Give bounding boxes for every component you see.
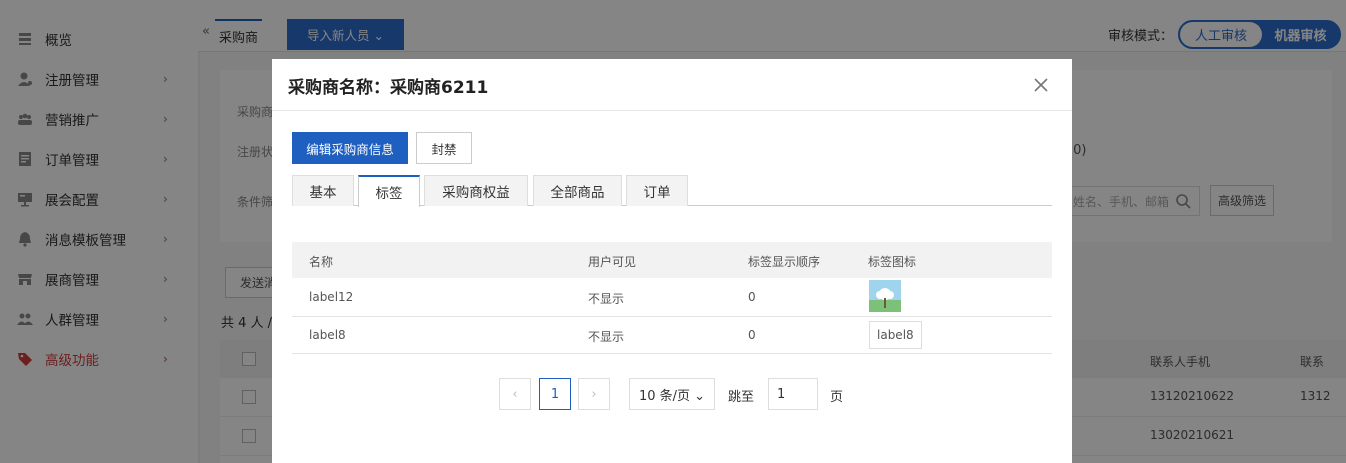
tab-purchaser-benefits[interactable]: 采购商权益	[424, 175, 528, 206]
jump-page-input[interactable]: 1	[768, 378, 818, 410]
header-display-order: 标签显示顺序	[748, 255, 821, 269]
tab-orders[interactable]: 订单	[626, 175, 688, 206]
next-page-button[interactable]: ›	[578, 378, 610, 410]
tab-tags[interactable]: 标签	[358, 175, 420, 207]
header-tag-icon: 标签图标	[868, 255, 917, 269]
header-name: 名称	[309, 255, 334, 269]
tag-visible: 不显示	[588, 292, 625, 306]
edit-purchaser-button[interactable]: 编辑采购商信息	[292, 132, 408, 164]
close-icon[interactable]	[1031, 75, 1051, 95]
page-size-select[interactable]: 10 条/页 ⌄	[629, 378, 715, 410]
tag-icon-image	[869, 280, 901, 312]
table-header: 名称 用户可见 标签显示顺序 标签图标	[292, 242, 1052, 278]
detail-tabs: 基本 标签 采购商权益 全部商品 订单	[292, 175, 1052, 207]
prev-page-button[interactable]: ‹	[499, 378, 531, 410]
page-1-button[interactable]: 1	[539, 378, 571, 410]
tag-order: 0	[748, 328, 756, 342]
tag-visible: 不显示	[588, 330, 625, 344]
dialog-title: 采购商名称：采购商6211	[288, 78, 489, 98]
dialog-header: 采购商名称：采购商6211	[272, 59, 1072, 111]
tag-name: label12	[309, 290, 354, 304]
tag-order: 0	[748, 290, 756, 304]
purchaser-detail-dialog: 采购商名称：采购商6211 编辑采购商信息 封禁 基本 标签 采购商权益 全部商…	[272, 59, 1072, 463]
jump-label: 跳至	[728, 390, 755, 405]
header-user-visible: 用户可见	[588, 255, 637, 269]
page-suffix: 页	[830, 390, 844, 405]
ban-button[interactable]: 封禁	[416, 132, 472, 164]
tag-icon-text: label8	[869, 321, 922, 349]
table-row: label12 不显示 0	[292, 278, 1052, 317]
table-row: label8 不显示 0 label8	[292, 317, 1052, 354]
tab-all-products[interactable]: 全部商品	[533, 175, 622, 206]
tag-name: label8	[309, 328, 346, 342]
tab-basic[interactable]: 基本	[292, 175, 354, 206]
